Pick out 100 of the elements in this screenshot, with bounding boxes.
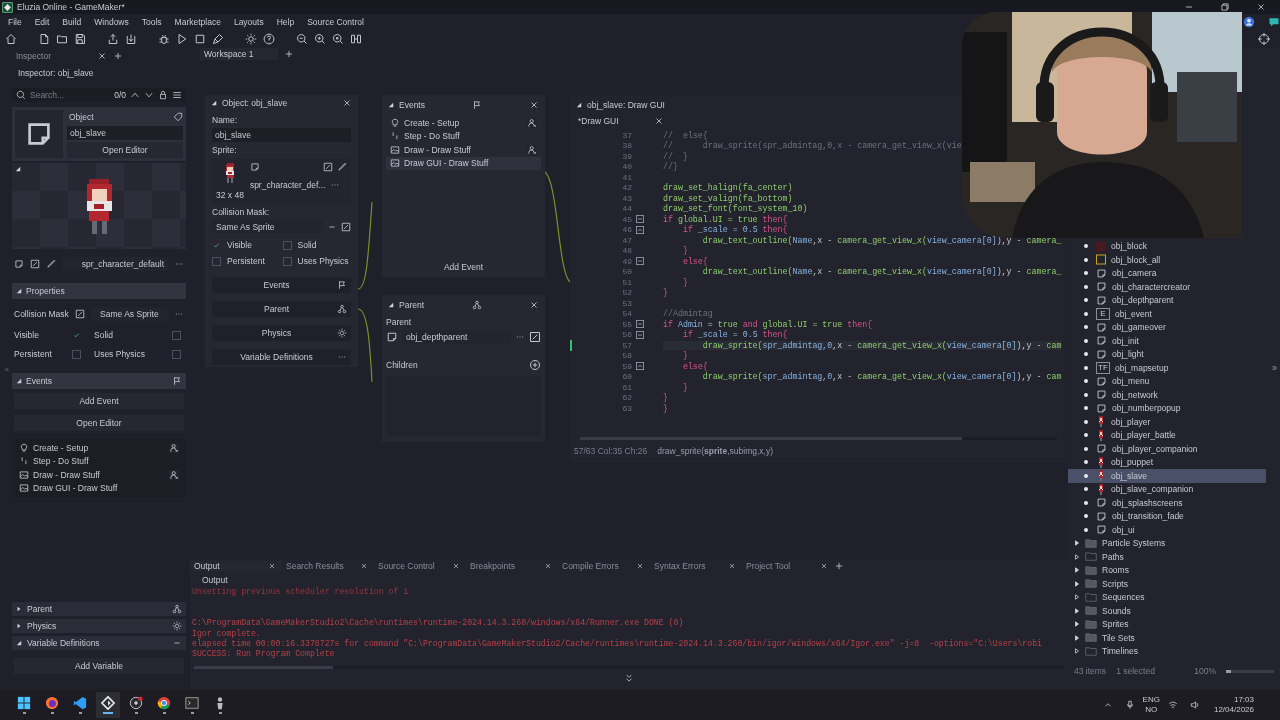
asset-item[interactable]: obj_player_companion <box>1068 442 1266 456</box>
flag-icon[interactable] <box>172 376 182 386</box>
close-icon[interactable] <box>654 116 664 126</box>
caret-icon[interactable] <box>1074 553 1080 560</box>
close-icon[interactable] <box>268 562 276 570</box>
asset-item[interactable]: obj_depthparent <box>1068 293 1266 307</box>
asset-item[interactable]: obj_gameover <box>1068 320 1266 334</box>
panel-button[interactable]: Variable Definitions <box>212 349 351 365</box>
save-icon[interactable] <box>74 33 86 45</box>
asset-item[interactable]: obj_block_all <box>1068 253 1266 267</box>
close-icon[interactable] <box>544 562 552 570</box>
close-icon[interactable] <box>342 98 352 108</box>
close-icon[interactable] <box>636 562 644 570</box>
folder-item[interactable]: Sprites <box>1102 619 1129 630</box>
output-tab[interactable]: Search Results <box>286 561 344 571</box>
folder-item[interactable]: Rooms <box>1102 565 1129 576</box>
user-x-icon[interactable] <box>527 144 537 155</box>
hierarchy-icon[interactable] <box>172 604 182 614</box>
folder-item[interactable]: Particle Systems <box>1102 538 1166 549</box>
new-file-icon[interactable] <box>38 33 50 45</box>
wifi-icon[interactable] <box>1167 700 1178 710</box>
menu-item[interactable]: Tools <box>141 17 162 27</box>
menu-item[interactable]: File <box>8 17 22 27</box>
add-event-button[interactable]: Add Event <box>14 393 184 409</box>
name-field[interactable]: obj_slave <box>212 128 351 142</box>
checkbox[interactable] <box>212 256 221 266</box>
output-tab[interactable]: Project Tool <box>746 561 791 571</box>
asset-item[interactable]: obj_puppet <box>1068 455 1266 469</box>
brush-icon[interactable] <box>212 33 224 45</box>
checkbox[interactable] <box>72 349 81 359</box>
search-field[interactable]: Search... <box>30 90 111 100</box>
event-item[interactable]: Draw GUI - Draw Stuff <box>15 481 183 495</box>
caret-icon[interactable] <box>16 288 22 294</box>
fold-icon[interactable] <box>636 215 644 224</box>
clock[interactable]: 17:03 12/04/2026 <box>1213 695 1254 715</box>
asset-item[interactable]: obj_light <box>1068 347 1266 361</box>
menu-item[interactable]: Marketplace <box>174 17 221 27</box>
asset-item[interactable]: obj_player <box>1068 415 1266 429</box>
open-editor-button[interactable]: Open Editor <box>67 142 183 158</box>
menu-item[interactable]: Windows <box>94 17 129 27</box>
output-tab[interactable]: Compile Errors <box>562 561 619 571</box>
play-icon[interactable] <box>176 33 188 45</box>
settings-icon[interactable] <box>245 33 257 45</box>
add-child-icon[interactable] <box>529 359 541 371</box>
asset-item[interactable]: obj_block <box>1068 239 1266 253</box>
caret-icon[interactable] <box>1074 594 1080 601</box>
fold-icon[interactable] <box>636 362 644 371</box>
language-indicator[interactable]: ENG NO <box>1142 695 1160 715</box>
taskbar-app[interactable] <box>96 692 120 718</box>
checkbox[interactable] <box>172 330 181 340</box>
checkbox[interactable] <box>282 256 292 266</box>
zoom-in-icon[interactable] <box>314 33 326 45</box>
pencil-icon[interactable] <box>337 162 347 172</box>
microphone-icon[interactable] <box>1124 700 1135 710</box>
menu-item[interactable]: Help <box>276 17 295 27</box>
section-title[interactable]: Events <box>26 376 52 386</box>
hierarchy-icon[interactable] <box>471 299 482 310</box>
up-icon[interactable] <box>130 90 140 100</box>
folder-item[interactable]: Timelines <box>1102 646 1139 657</box>
name-field[interactable]: obj_slave <box>67 126 183 140</box>
export-icon[interactable] <box>107 33 119 45</box>
asset-item[interactable]: obj_charactercreator <box>1068 280 1266 294</box>
asset-item[interactable]: obj_splashscreens <box>1068 496 1266 510</box>
pencil-icon[interactable] <box>46 259 56 269</box>
folder-item[interactable]: Sounds <box>1102 605 1131 616</box>
event-item[interactable]: Draw - Draw Stuff <box>386 143 541 157</box>
inspector-tab[interactable]: Inspector <box>12 51 91 61</box>
fold-icon[interactable] <box>636 225 644 234</box>
fold-icon[interactable] <box>636 257 644 266</box>
add-tab-icon[interactable] <box>834 561 844 571</box>
workspace-tab[interactable]: Workspace 1 <box>200 48 278 60</box>
menu-item[interactable]: Layouts <box>233 17 264 27</box>
parent-dropdown[interactable]: obj_depthparent <box>402 330 511 344</box>
avatar-icon[interactable] <box>1243 16 1255 28</box>
asset-item[interactable]: obj_transition_fade <box>1068 509 1266 523</box>
checkbox[interactable] <box>172 349 181 359</box>
import-icon[interactable] <box>125 33 137 45</box>
sprite-name[interactable]: spr_character_def... <box>249 180 326 190</box>
section-title[interactable]: Properties <box>26 286 65 296</box>
edit-icon[interactable] <box>323 162 333 172</box>
close-icon[interactable] <box>529 299 539 310</box>
event-item[interactable]: Create - Setup <box>15 441 183 455</box>
add-tab-icon[interactable] <box>113 51 123 61</box>
close-icon[interactable] <box>97 51 107 61</box>
mask-dropdown[interactable]: Same As Sprite <box>212 220 323 234</box>
section-title[interactable]: Parent <box>27 604 53 614</box>
add-tab-icon[interactable] <box>284 49 294 59</box>
menu-item[interactable]: Build <box>62 17 82 27</box>
caret-icon[interactable] <box>1074 540 1080 547</box>
home-icon[interactable] <box>5 33 17 45</box>
menu-icon[interactable] <box>172 90 182 100</box>
asset-item[interactable]: E obj_event <box>1068 307 1266 321</box>
fold-icon[interactable] <box>636 330 644 339</box>
zoom-out-icon[interactable] <box>296 33 308 45</box>
caret-icon[interactable] <box>16 623 22 629</box>
asset-item[interactable]: obj_camera <box>1068 266 1266 280</box>
panel-button[interactable]: Physics <box>212 325 351 341</box>
event-item[interactable]: Step - Do Stuff <box>386 129 541 143</box>
restore-icon[interactable] <box>1220 2 1230 12</box>
caret-icon[interactable] <box>1074 580 1080 587</box>
